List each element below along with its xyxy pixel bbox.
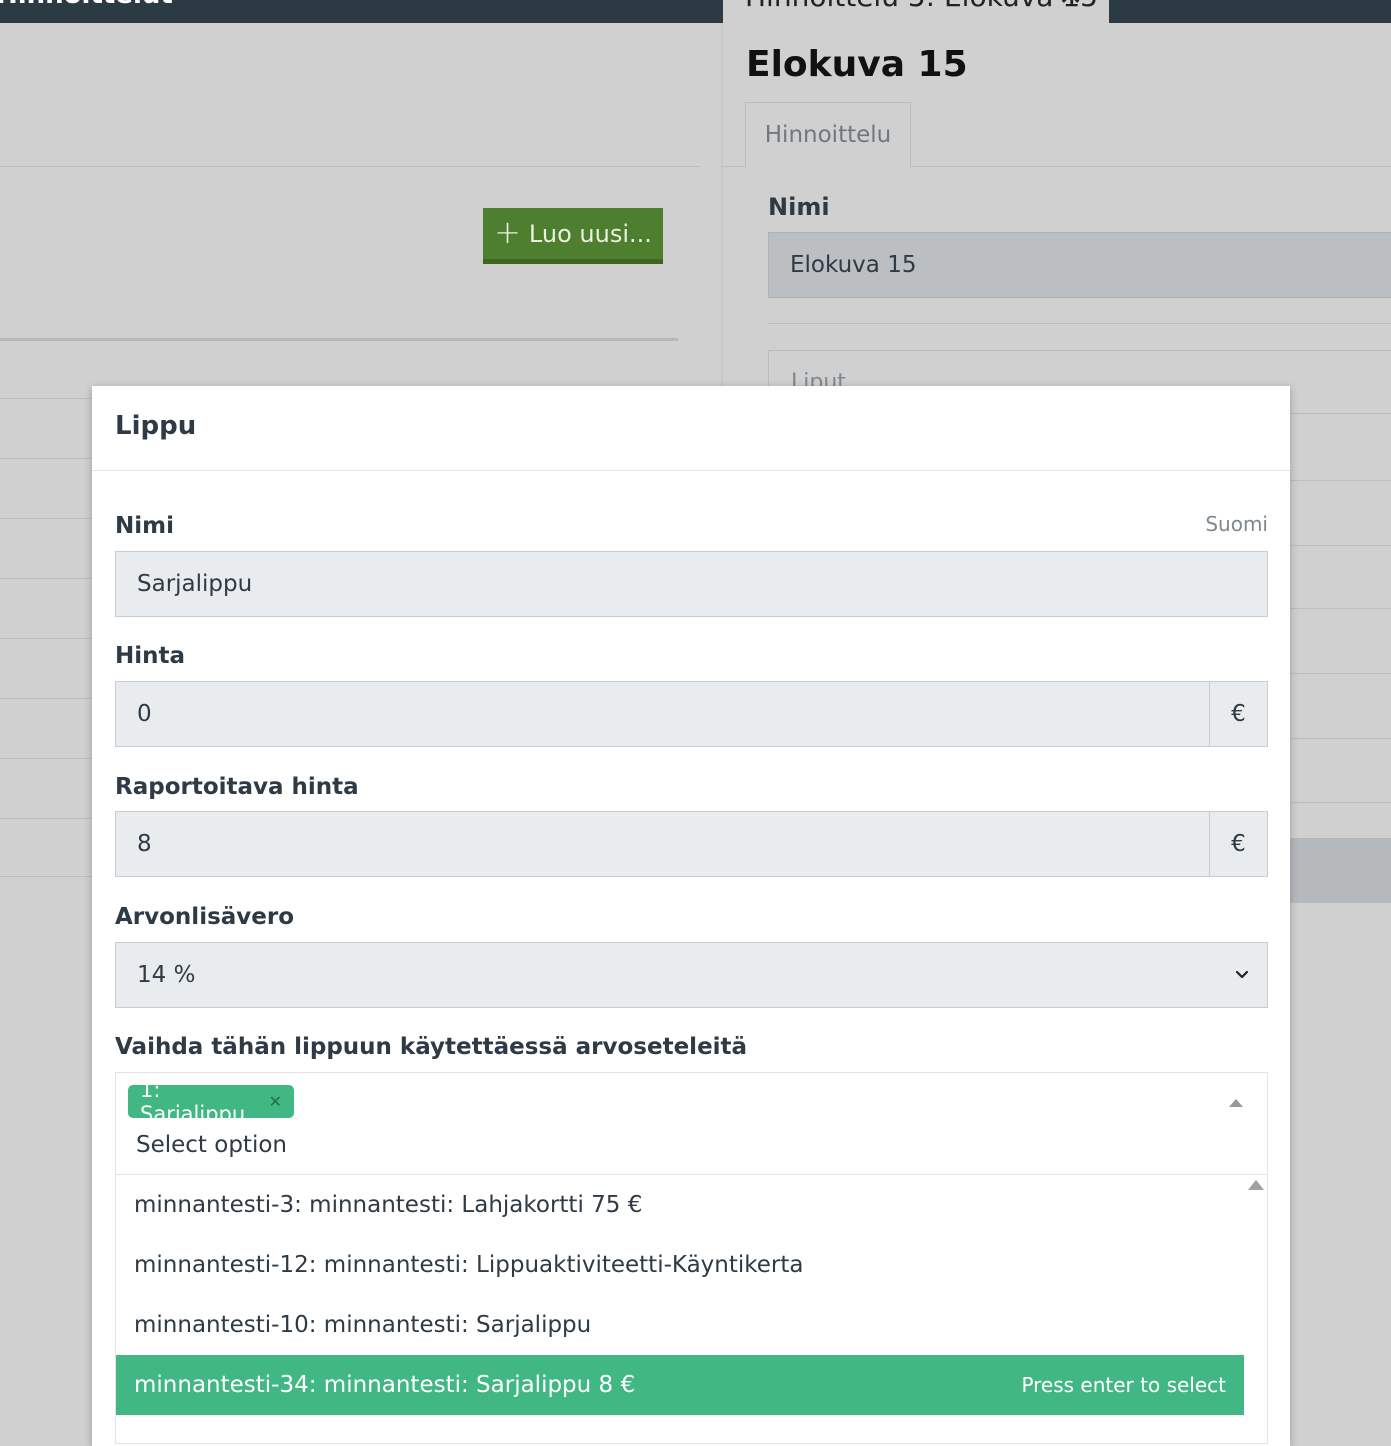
right-panel-name-input[interactable]: Elokuva 15 xyxy=(768,232,1391,298)
ticket-modal: Lippu Nimi Suomi Sarjalippu Hinta 0 € Ra… xyxy=(92,386,1290,1446)
table-row xyxy=(0,458,92,459)
table-row xyxy=(1290,608,1391,609)
remove-tag-icon[interactable]: ✕ xyxy=(269,1092,282,1111)
table-row xyxy=(0,518,92,519)
table-row xyxy=(1290,802,1391,803)
top-navigation-bar: Hinnoittelut Hinnoittelu 5: Elokuva 15 ✕ xyxy=(0,0,1391,23)
reported-price-currency: € xyxy=(1209,811,1268,877)
table-header-line xyxy=(0,338,678,341)
list-item[interactable]: minnantesti-3: minnantesti: Lahjakortti … xyxy=(116,1175,1244,1235)
vat-select[interactable]: 14 % xyxy=(115,942,1268,1008)
list-item[interactable]: minnantesti-12: minnantesti: Lippuaktivi… xyxy=(116,1235,1244,1295)
vat-label: Arvonlisävero xyxy=(115,904,295,930)
table-row xyxy=(0,398,92,399)
table-row xyxy=(0,818,92,819)
press-enter-hint: Press enter to select xyxy=(1021,1373,1226,1397)
list-item[interactable]: minnantesti-10: minnantesti: Sarjalippu xyxy=(116,1295,1244,1355)
language-selector[interactable]: Suomi xyxy=(1205,512,1268,536)
scroll-up-arrow[interactable] xyxy=(1248,1180,1264,1190)
voucher-multiselect[interactable]: 1: Sarjalippu ✕ Select option xyxy=(115,1072,1268,1175)
tab-baseline xyxy=(723,166,745,167)
caret-up-icon[interactable] xyxy=(1229,1099,1243,1107)
table-row xyxy=(1290,738,1391,739)
reported-price-label: Raportoitava hinta xyxy=(115,774,359,800)
right-panel-title: Elokuva 15 xyxy=(746,44,968,85)
name-input[interactable]: Sarjalippu xyxy=(115,551,1268,617)
create-new-label: Luo uusi... xyxy=(528,219,652,248)
reported-price-input[interactable]: 8 xyxy=(115,811,1210,877)
table-footer-row xyxy=(1290,838,1391,903)
vat-selected-value: 14 % xyxy=(137,962,196,988)
list-item-highlighted[interactable]: minnantesti-34: minnantesti: Sarjalippu … xyxy=(116,1355,1244,1415)
create-new-button[interactable]: + Luo uusi... xyxy=(483,208,663,264)
plus-icon: + xyxy=(494,212,521,251)
table-row xyxy=(0,638,92,639)
selected-tag: 1: Sarjalippu ✕ xyxy=(128,1078,294,1126)
close-icon[interactable]: ✕ xyxy=(1058,0,1083,13)
voucher-options-list[interactable]: minnantesti-3: minnantesti: Lahjakortti … xyxy=(115,1174,1268,1444)
list-item-label: minnantesti-34: minnantesti: Sarjalippu … xyxy=(134,1372,636,1398)
price-input[interactable]: 0 xyxy=(115,681,1210,747)
table-row xyxy=(0,578,92,579)
table-row xyxy=(1290,480,1391,481)
chevron-down-icon xyxy=(1235,970,1249,979)
price-label: Hinta xyxy=(115,643,186,669)
divider-line xyxy=(768,323,1391,324)
modal-title: Lippu xyxy=(115,411,197,441)
voucher-label: Vaihda tähän lippuun käytettäessä arvose… xyxy=(115,1034,748,1060)
table-row xyxy=(0,876,92,877)
price-currency: € xyxy=(1209,681,1268,747)
table-row xyxy=(1290,673,1391,674)
modal-header: Lippu xyxy=(92,386,1290,471)
page-heading: Hinnoittelut xyxy=(0,0,173,10)
tab-pricing-elokuva[interactable]: Hinnoittelu 5: Elokuva 15 ✕ xyxy=(723,0,1109,23)
table-row xyxy=(0,758,92,759)
selected-tag-label: 1: Sarjalippu xyxy=(140,1077,246,1126)
divider-line xyxy=(0,166,700,167)
tab-baseline xyxy=(911,166,1391,167)
tab-label: Hinnoittelu 5: Elokuva 15 xyxy=(745,0,1098,13)
right-panel-name-label: Nimi xyxy=(768,193,830,221)
tab-hinnoittelu[interactable]: Hinnoittelu xyxy=(745,102,911,167)
name-label: Nimi xyxy=(115,513,174,539)
table-row xyxy=(0,698,92,699)
table-row xyxy=(1290,545,1391,546)
multiselect-search[interactable]: Select option xyxy=(136,1132,287,1158)
